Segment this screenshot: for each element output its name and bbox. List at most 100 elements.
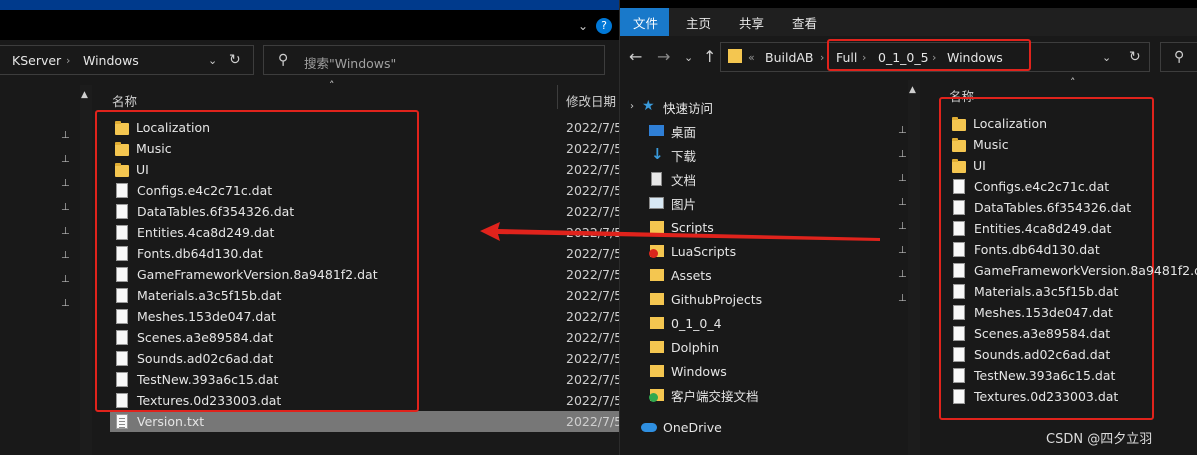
nav-item-label: 图片 [671, 196, 697, 212]
file-name: Scenes.a3e89584.dat [974, 326, 1111, 341]
search-icon: ⚲ [1174, 49, 1185, 65]
file-row[interactable]: Music [952, 134, 1009, 155]
breadcrumb-item-windows[interactable]: Windows [83, 53, 139, 68]
file-name: GameFrameworkVersion.8a9481f2.dat [974, 263, 1197, 278]
file-row[interactable]: Materials.a3c5f15b.dat [952, 281, 1118, 302]
file-name: DataTables.6f354326.dat [974, 200, 1132, 215]
file-icon [953, 347, 965, 362]
file-row[interactable]: TestNew.393a6c15.dat [952, 365, 1115, 386]
pin-icon: ⊥ [61, 178, 70, 189]
tab-file[interactable]: 文件 [633, 13, 658, 32]
column-header-name[interactable]: 名称 [112, 91, 137, 110]
file-date: 2022/7/5 [566, 204, 619, 219]
pin-icon: ⊥ [61, 130, 70, 141]
tab-home[interactable]: 主页 [686, 13, 711, 32]
file-row[interactable]: Localization [952, 113, 1047, 134]
file-row[interactable]: Fonts.db64d130.dat [952, 239, 1100, 260]
scroll-up-icon[interactable]: ▲ [909, 83, 916, 97]
file-row[interactable]: Meshes.153de047.dat [952, 302, 1113, 323]
column-divider[interactable] [557, 85, 558, 109]
pin-icon: ⊥ [61, 298, 70, 309]
left-nav-scrollbar[interactable] [80, 85, 92, 455]
folder-icon [649, 268, 665, 282]
pin-icon: ⊥ [898, 269, 907, 280]
forward-arrow-icon[interactable]: → [657, 49, 670, 65]
file-icon [953, 305, 965, 320]
nav-item-label: 客户端交接文档 [671, 388, 759, 404]
file-date: 2022/7/5 [566, 120, 619, 135]
file-name: Materials.a3c5f15b.dat [974, 284, 1119, 299]
dropdown-icon[interactable]: ⌄ [1102, 51, 1111, 65]
nav-item[interactable]: GithubProjects [649, 288, 762, 310]
breadcrumb-item-kserver[interactable]: KServer [12, 53, 61, 68]
watermark: CSDN @四夕立羽 [1046, 432, 1153, 447]
file-name: Fonts.db64d130.dat [974, 242, 1100, 257]
file-name: Version.txt [137, 414, 205, 429]
nav-item-label: Dolphin [671, 339, 719, 355]
file-row[interactable]: DataTables.6f354326.dat [952, 197, 1131, 218]
search-icon: ⚲ [278, 52, 289, 68]
nav-item[interactable]: Dolphin [649, 336, 719, 358]
nav-item[interactable]: 图片 [649, 192, 696, 214]
file-row[interactable]: GameFrameworkVersion.8a9481f2.dat [952, 260, 1197, 281]
nav-scrollbar[interactable] [908, 80, 920, 455]
tab-view[interactable]: 查看 [792, 13, 817, 32]
file-row[interactable]: Configs.e4c2c71c.dat [952, 176, 1109, 197]
file-date: 2022/7/5 [566, 372, 619, 387]
folder-icon [649, 340, 665, 354]
file-date: 2022/7/5 [566, 414, 619, 429]
file-row[interactable]: Textures.0d233003.dat [952, 386, 1118, 407]
pin-icon: ⊥ [898, 293, 907, 304]
up-arrow-icon[interactable]: ↑ [703, 49, 716, 65]
nav-item-label: GithubProjects [671, 291, 763, 307]
nav-item[interactable]: 客户端交接文档 [649, 384, 759, 406]
nav-item[interactable]: OneDrive [641, 416, 722, 438]
refresh-icon[interactable]: ↻ [229, 53, 241, 67]
file-row[interactable]: Scenes.a3e89584.dat [952, 323, 1110, 344]
nav-item[interactable]: ★ 快速访问 [641, 96, 713, 118]
nav-item[interactable]: 桌面 [649, 120, 696, 142]
dropdown-icon[interactable]: ⌄ [208, 54, 217, 68]
column-header-date[interactable]: 修改日期 [566, 91, 616, 110]
breadcrumb-item-buildab[interactable]: BuildAB [765, 50, 814, 65]
document-icon [649, 172, 665, 186]
breadcrumb-separator[interactable]: › [820, 51, 824, 64]
pin-icon: ⊥ [898, 173, 907, 184]
nav-item[interactable]: Windows [649, 360, 727, 382]
scroll-up-icon[interactable]: ▲ [81, 88, 88, 102]
file-row[interactable]: Sounds.ad02c6ad.dat [952, 344, 1110, 365]
file-name: Meshes.153de047.dat [974, 305, 1113, 320]
file-row[interactable]: Version.txt [115, 411, 204, 432]
file-icon [953, 284, 965, 299]
nav-item[interactable]: 0_1_0_4 [649, 312, 722, 334]
text-file-icon [116, 414, 128, 429]
nav-item[interactable]: 文档 [649, 168, 696, 190]
help-icon[interactable]: ? [596, 18, 612, 34]
nav-item[interactable]: Assets [649, 264, 712, 286]
arrow-shape [480, 222, 880, 241]
recent-locations-icon[interactable]: ⌄ [684, 51, 693, 65]
refresh-icon[interactable]: ↻ [1129, 50, 1141, 64]
pin-icon: ⊥ [898, 149, 907, 160]
breadcrumb-separator[interactable]: › [66, 54, 70, 67]
tab-share[interactable]: 共享 [739, 13, 764, 32]
file-date: 2022/7/5 [566, 246, 619, 261]
nav-item[interactable]: ↓ 下载 [649, 144, 696, 166]
right-search-box[interactable]: ⚲ [1160, 42, 1197, 72]
breadcrumb-overflow[interactable]: « [748, 51, 755, 64]
file-name: Music [973, 137, 1009, 152]
file-date: 2022/7/5 [566, 183, 619, 198]
pin-icon: ⊥ [898, 245, 907, 256]
file-row[interactable]: Entities.4ca8d249.dat [952, 218, 1111, 239]
file-row[interactable]: UI [952, 155, 986, 176]
file-icon [953, 200, 965, 215]
left-search-box[interactable]: ⚲ 搜索"Windows" [263, 45, 605, 75]
folder-icon [952, 158, 966, 174]
right-title-bar [620, 0, 1197, 8]
left-navigation-pane[interactable] [0, 85, 92, 455]
expand-chevron-icon[interactable]: › [630, 100, 634, 114]
back-arrow-icon[interactable]: ← [629, 49, 642, 65]
nav-item-label: 桌面 [671, 124, 697, 140]
file-name: Sounds.ad02c6ad.dat [974, 347, 1111, 362]
chevron-down-icon[interactable]: ⌄ [578, 19, 588, 33]
